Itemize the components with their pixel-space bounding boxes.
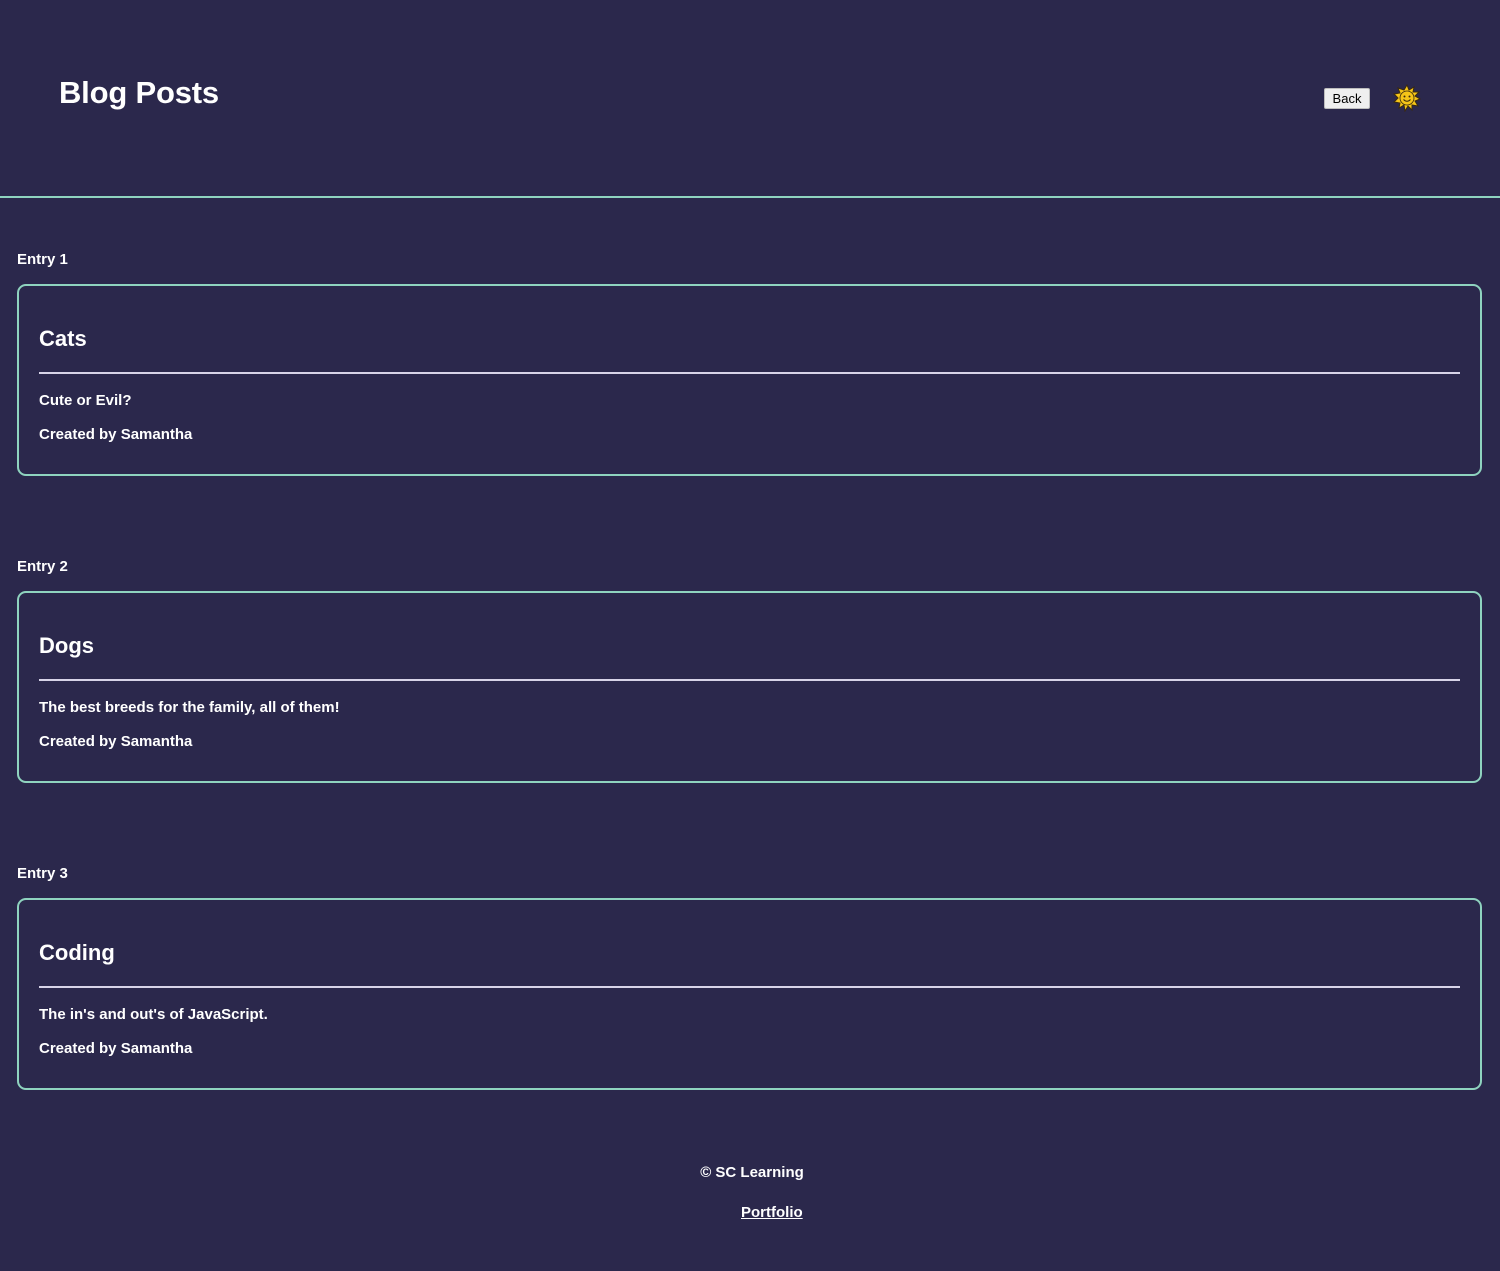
blog-card[interactable]: Dogs The best breeds for the family, all… — [17, 591, 1482, 783]
back-button[interactable]: Back — [1324, 88, 1370, 109]
card-author: Created by Samantha — [39, 1040, 193, 1057]
page-header: Blog Posts Back — [0, 0, 1500, 198]
entry-label: Entry 2 — [17, 558, 68, 575]
footer-copyright: © SC Learning — [700, 1164, 804, 1181]
card-divider — [39, 679, 1460, 681]
card-divider — [39, 372, 1460, 374]
card-title: Cats — [39, 326, 87, 351]
card-description: Cute or Evil? — [39, 392, 132, 409]
entry-label: Entry 1 — [17, 251, 68, 268]
page-title: Blog Posts — [59, 75, 219, 110]
card-description: The in's and out's of JavaScript. — [39, 1006, 268, 1023]
entry-label: Entry 3 — [17, 865, 68, 882]
card-author: Created by Samantha — [39, 426, 193, 443]
card-title: Coding — [39, 940, 115, 965]
card-title: Dogs — [39, 633, 94, 658]
blog-card[interactable]: Coding The in's and out's of JavaScript.… — [17, 898, 1482, 1090]
card-author: Created by Samantha — [39, 733, 193, 750]
card-description: The best breeds for the family, all of t… — [39, 699, 340, 716]
card-divider — [39, 986, 1460, 988]
blog-card[interactable]: Cats Cute or Evil? Created by Samantha — [17, 284, 1482, 476]
sun-icon[interactable] — [1392, 83, 1422, 113]
portfolio-link[interactable]: Portfolio — [741, 1204, 803, 1221]
